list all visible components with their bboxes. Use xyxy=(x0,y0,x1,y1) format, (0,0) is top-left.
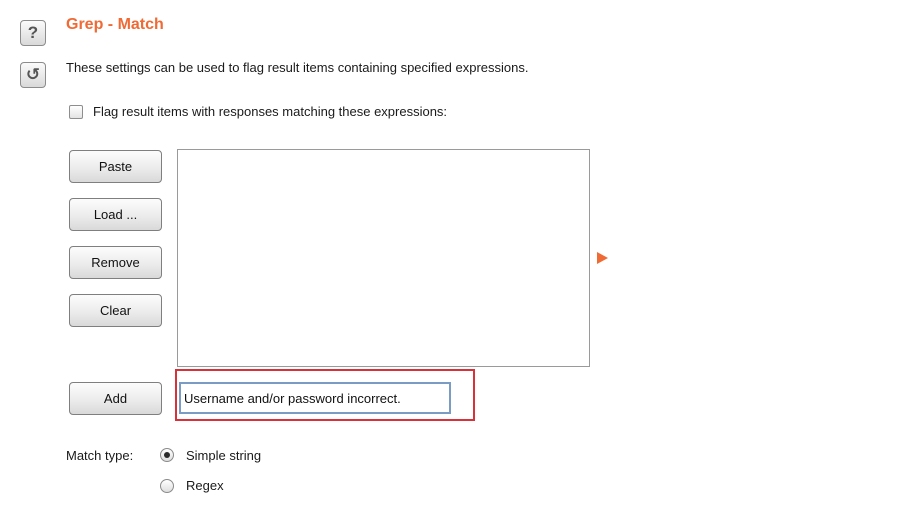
section-title: Grep - Match xyxy=(66,16,164,33)
regex-radio[interactable] xyxy=(160,479,174,493)
paste-button[interactable]: Paste xyxy=(69,150,162,183)
regex-label[interactable]: Regex xyxy=(186,478,224,493)
expand-arrow-icon[interactable] xyxy=(597,252,608,264)
restore-defaults-button[interactable]: ↺ xyxy=(20,62,46,88)
expression-list[interactable] xyxy=(177,149,590,367)
add-button[interactable]: Add xyxy=(69,382,162,415)
help-button[interactable]: ? xyxy=(20,20,46,46)
radio-selected-dot xyxy=(164,452,170,458)
flag-results-label[interactable]: Flag result items with responses matchin… xyxy=(93,104,447,119)
simple-string-radio[interactable] xyxy=(160,448,174,462)
question-mark-icon: ? xyxy=(27,23,39,42)
section-description: These settings can be used to flag resul… xyxy=(66,60,529,75)
grep-match-panel: ? ↺ Grep - Match These settings can be u… xyxy=(0,0,899,517)
load-button[interactable]: Load ... xyxy=(69,198,162,231)
refresh-icon: ↺ xyxy=(25,65,41,84)
remove-button[interactable]: Remove xyxy=(69,246,162,279)
add-expression-input[interactable] xyxy=(179,382,451,414)
simple-string-label[interactable]: Simple string xyxy=(186,448,261,463)
match-type-label: Match type: xyxy=(66,448,134,463)
flag-results-checkbox[interactable] xyxy=(69,105,83,119)
clear-button[interactable]: Clear xyxy=(69,294,162,327)
